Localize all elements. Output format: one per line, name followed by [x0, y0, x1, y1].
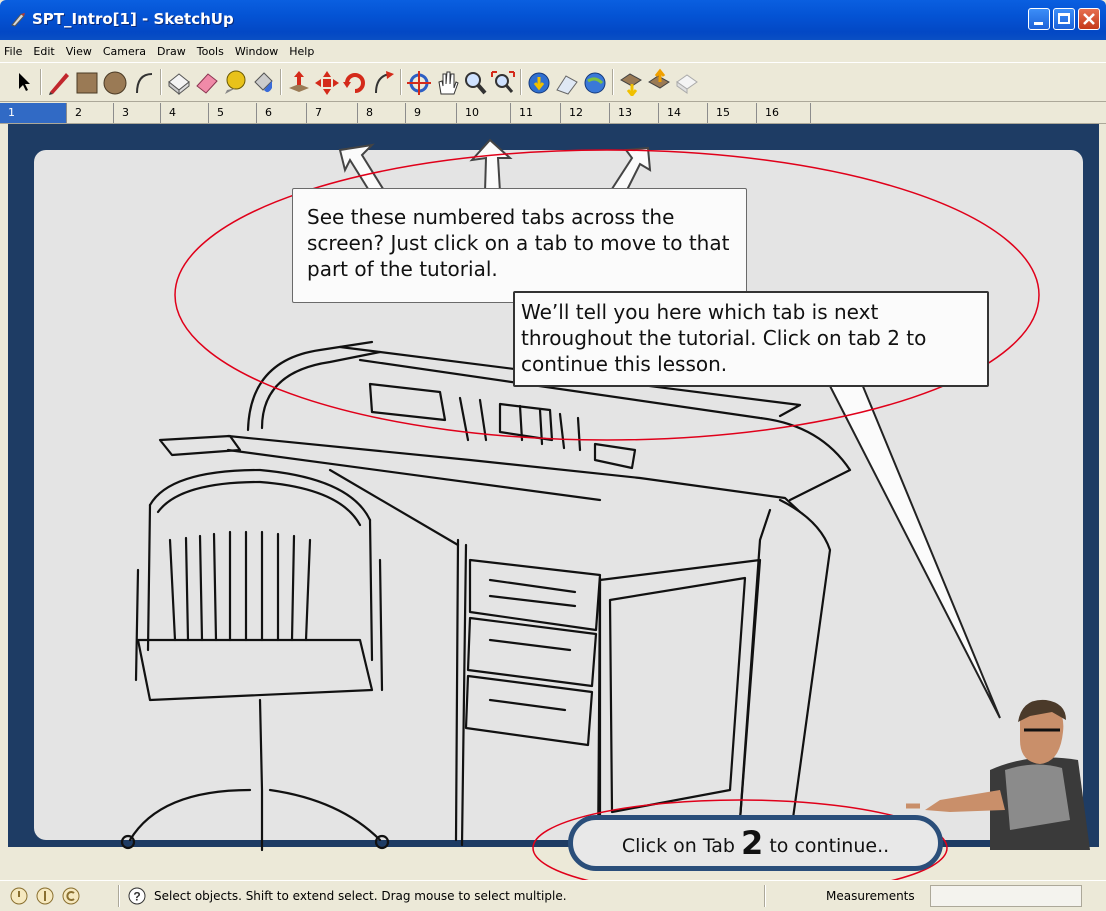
next-tab-callout-text: We’ll tell you here which tab is next th… — [521, 300, 927, 376]
continue-banner: Click on Tab 2 to continue.. — [568, 815, 943, 871]
status-bar: ? Select objects. Shift to extend select… — [0, 880, 1106, 911]
arrow-up-right — [608, 146, 652, 193]
status-hint: Select objects. Shift to extend select. … — [154, 889, 567, 903]
scene-drawing — [120, 138, 1090, 897]
chair-back — [148, 468, 372, 522]
callout-arrows — [338, 138, 652, 193]
instructor-help-icon[interactable]: ? — [128, 887, 146, 905]
svg-text:?: ? — [133, 890, 140, 904]
user-account-icon[interactable] — [62, 887, 80, 905]
geo-location-icon[interactable] — [10, 887, 28, 905]
continue-text-after: to continue.. — [763, 835, 890, 857]
status-separator — [764, 885, 766, 907]
status-separator — [118, 885, 120, 907]
tabs-callout-text: See these numbered tabs across the scree… — [307, 205, 730, 281]
chair-seat — [136, 638, 374, 702]
measurements-label: Measurements — [826, 889, 915, 903]
tabs-callout: See these numbered tabs across the scree… — [292, 188, 747, 303]
credits-icon[interactable] — [36, 887, 54, 905]
arrow-up-left — [338, 143, 387, 193]
continue-tab-number: 2 — [741, 824, 764, 862]
next-tab-callout: We’ll tell you here which tab is next th… — [513, 291, 989, 387]
desk-rolltop-curve — [246, 340, 374, 432]
speech-tail — [828, 382, 1001, 719]
measurements-field[interactable] — [930, 885, 1082, 907]
desk-pullout-shelf — [158, 434, 242, 457]
arrow-up-center — [469, 138, 513, 193]
continue-text-before: Click on Tab — [621, 835, 742, 857]
desk-drawer-bottom — [464, 674, 594, 747]
